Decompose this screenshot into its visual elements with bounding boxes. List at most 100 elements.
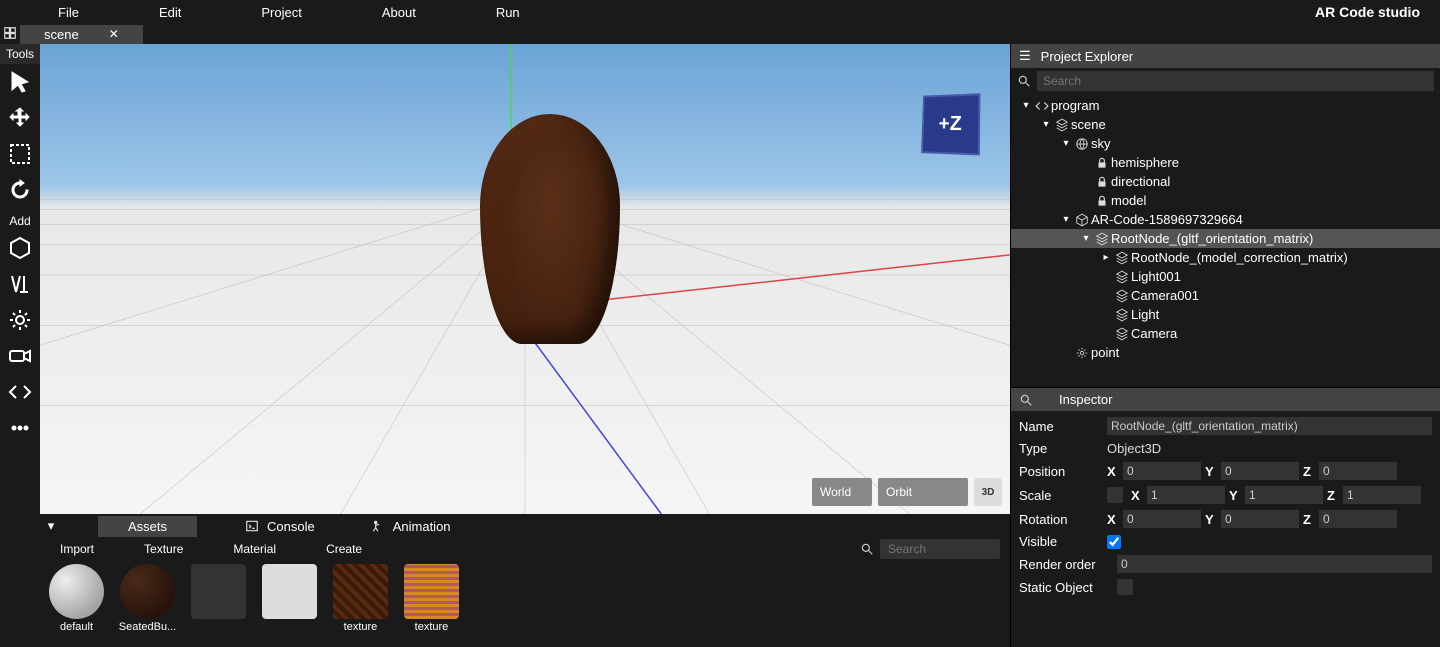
rotation-z[interactable]	[1319, 510, 1397, 528]
asset-thumbnail	[120, 564, 175, 619]
position-z[interactable]	[1319, 462, 1397, 480]
select-tool[interactable]	[0, 64, 40, 100]
menu-edit[interactable]: Edit	[159, 5, 221, 20]
tab-animation[interactable]: Animation	[363, 519, 459, 534]
static-checkbox[interactable]	[1117, 579, 1133, 595]
asset-item[interactable]: default	[44, 564, 109, 643]
rotation-x[interactable]	[1123, 510, 1201, 528]
scene-tab[interactable]: scene ✕	[20, 25, 143, 44]
asset-item[interactable]: texture	[399, 564, 464, 643]
rotation-y[interactable]	[1221, 510, 1299, 528]
console-icon	[245, 519, 259, 533]
tree-item-label: Camera001	[1131, 288, 1199, 303]
inspector-title: Inspector	[1059, 392, 1112, 407]
tree-item-label: scene	[1071, 117, 1106, 132]
scale-y[interactable]	[1245, 486, 1323, 504]
position-x[interactable]	[1123, 462, 1201, 480]
add-text-button[interactable]	[0, 266, 40, 302]
chevron-icon[interactable]: ▸	[1099, 252, 1113, 263]
view-cube-button[interactable]: 3D	[974, 478, 1002, 506]
add-scene-icon[interactable]	[0, 26, 20, 43]
tree-item[interactable]: Light	[1011, 305, 1440, 324]
tree-item[interactable]: point	[1011, 343, 1440, 362]
assets-search-input[interactable]	[880, 539, 1000, 559]
asset-item[interactable]	[186, 564, 251, 643]
viewport-controls: World Orbit 3D	[812, 478, 1002, 506]
chevron-icon[interactable]: ▾	[1079, 233, 1093, 244]
asset-item[interactable]: SeatedBu...	[115, 564, 180, 643]
position-y[interactable]	[1221, 462, 1299, 480]
tree-item[interactable]: model	[1011, 191, 1440, 210]
scale-tool[interactable]	[0, 136, 40, 172]
asset-item[interactable]: texture	[328, 564, 393, 643]
tree-item[interactable]: Camera	[1011, 324, 1440, 343]
add-code-button[interactable]	[0, 374, 40, 410]
viewport-3d[interactable]: +Z World Orbit 3D	[40, 44, 1010, 514]
close-icon[interactable]: ✕	[109, 27, 119, 41]
scene-icon	[1113, 308, 1131, 322]
tree-item[interactable]: ▾RootNode_(gltf_orientation_matrix)	[1011, 229, 1440, 248]
add-light-button[interactable]	[0, 302, 40, 338]
tree-item[interactable]: ▾program	[1011, 96, 1440, 115]
tree-item[interactable]: ▾ scene	[1011, 115, 1440, 134]
tree-item[interactable]: ▾ sky	[1011, 134, 1440, 153]
tree-item-label: AR-Code-1589697329664	[1091, 212, 1243, 227]
menu-icon[interactable]: ☰	[1019, 48, 1031, 64]
scale-x[interactable]	[1147, 486, 1225, 504]
asset-label: texture	[328, 621, 393, 633]
tree-item[interactable]: Light001	[1011, 267, 1440, 286]
tree-item-label: model	[1111, 193, 1146, 208]
visible-checkbox[interactable]	[1107, 535, 1121, 549]
subtab-import[interactable]: Import	[60, 542, 94, 556]
tree-item-label: RootNode_(model_correction_matrix)	[1131, 250, 1348, 265]
tree-item-label: sky	[1091, 136, 1111, 151]
rotate-tool[interactable]	[0, 172, 40, 208]
chevron-icon[interactable]: ▾	[1059, 138, 1073, 149]
asset-thumbnail	[49, 564, 104, 619]
more-button[interactable]	[0, 410, 40, 446]
subtab-texture[interactable]: Texture	[144, 542, 183, 556]
asset-item[interactable]	[257, 564, 322, 643]
tree-item[interactable]: ▸ RootNode_(model_correction_matrix)	[1011, 248, 1440, 267]
menu-run[interactable]: Run	[496, 5, 560, 20]
chevron-icon[interactable]: ▾	[1039, 119, 1053, 130]
subtab-create[interactable]: Create	[326, 542, 362, 556]
tree-item[interactable]: directional	[1011, 172, 1440, 191]
lock-icon	[1093, 156, 1111, 170]
project-tree: ▾program▾scene▾skyhemispheredirectionalm…	[1011, 94, 1440, 387]
collapse-icon[interactable]: ▾	[44, 518, 58, 534]
scale-z[interactable]	[1343, 486, 1421, 504]
scene-icon	[1113, 289, 1131, 303]
menu-file[interactable]: File	[58, 5, 119, 20]
chevron-icon[interactable]: ▾	[1019, 100, 1033, 111]
add-camera-button[interactable]	[0, 338, 40, 374]
tree-item[interactable]: hemisphere	[1011, 153, 1440, 172]
asset-label: SeatedBu...	[115, 621, 180, 633]
menu-about[interactable]: About	[382, 5, 456, 20]
tab-console[interactable]: Console	[237, 519, 323, 534]
add-label: Add	[0, 208, 40, 230]
tree-item[interactable]: Camera001	[1011, 286, 1440, 305]
tab-assets[interactable]: Assets	[98, 516, 197, 537]
search-icon	[1017, 74, 1031, 88]
search-icon	[860, 542, 874, 556]
name-field[interactable]	[1107, 417, 1432, 435]
explorer-header: ☰ Project Explorer	[1011, 44, 1440, 68]
render-order-field[interactable]	[1117, 555, 1432, 573]
scene-icon	[1113, 270, 1131, 284]
tree-item-label: point	[1091, 345, 1119, 360]
menu-project[interactable]: Project	[261, 5, 341, 20]
tree-item-label: hemisphere	[1111, 155, 1179, 170]
explorer-search-input[interactable]	[1037, 71, 1434, 91]
chevron-icon[interactable]: ▾	[1059, 214, 1073, 225]
scene-tab-label: scene	[44, 27, 79, 42]
camera-mode-select[interactable]: Orbit	[878, 478, 968, 506]
axis-indicator[interactable]: +Z	[920, 94, 990, 164]
tree-item[interactable]: ▾ AR-Code-1589697329664	[1011, 210, 1440, 229]
subtab-material[interactable]: Material	[233, 542, 276, 556]
add-object-button[interactable]	[0, 230, 40, 266]
tree-item-label: Camera	[1131, 326, 1177, 341]
space-select[interactable]: World	[812, 478, 872, 506]
scale-lock-toggle[interactable]	[1107, 487, 1123, 503]
move-tool[interactable]	[0, 100, 40, 136]
